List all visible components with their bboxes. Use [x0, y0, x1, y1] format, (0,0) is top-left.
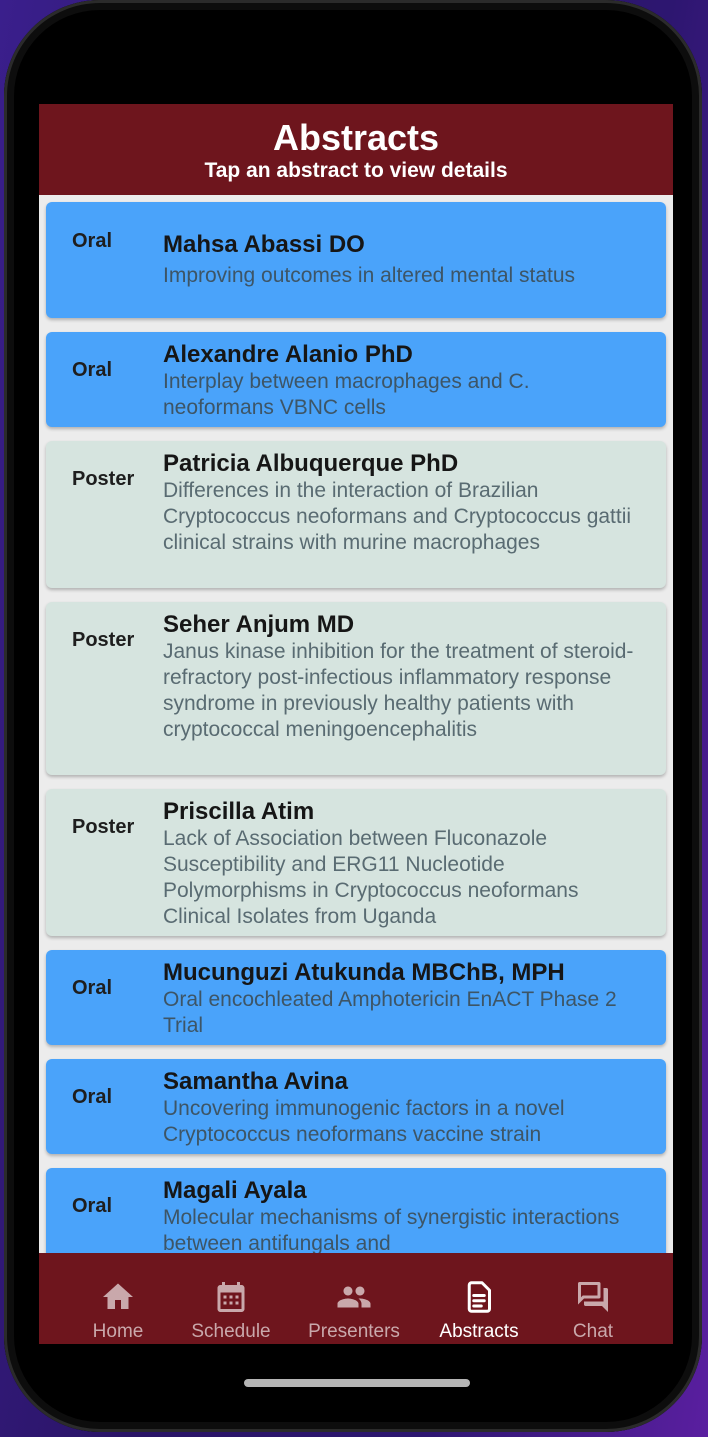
- page-subtitle: Tap an abstract to view details: [204, 159, 508, 182]
- chat-icon: [578, 1282, 608, 1312]
- app-screen: Abstracts Tap an abstract to view detail…: [39, 104, 673, 1344]
- abstract-card[interactable]: Oral Samantha Avina Uncovering immunogen…: [46, 1059, 666, 1154]
- page-title: Abstracts: [272, 117, 440, 158]
- tab-label: Presenters: [308, 1321, 400, 1342]
- abstract-card[interactable]: Oral Mahsa Abassi DO Improving outcomes …: [46, 202, 666, 318]
- abstract-title: Differences in the interaction of Brazil…: [163, 479, 632, 554]
- abstract-type: Oral: [72, 230, 113, 252]
- tab-home[interactable]: Home: [75, 1253, 161, 1344]
- abstract-type: Poster: [72, 629, 135, 651]
- presenter-name: Seher Anjum MD: [163, 611, 355, 638]
- abstract-card[interactable]: Poster Priscilla Atim Lack of Associatio…: [46, 789, 666, 936]
- presenter-name: Alexandre Alanio PhD: [163, 341, 413, 368]
- abstract-type: Oral: [72, 1086, 113, 1108]
- abstract-type: Poster: [72, 468, 135, 490]
- abstract-title: Janus kinase inhibition for the treatmen…: [163, 640, 634, 741]
- home-indicator[interactable]: [244, 1379, 470, 1387]
- abstract-type: Poster: [72, 816, 135, 838]
- presenter-name: Magali Ayala: [163, 1177, 307, 1204]
- tab-label: Chat: [572, 1321, 614, 1342]
- abstract-title: Lack of Association between Fluconazole …: [163, 827, 579, 928]
- bottom-tab-bar: Home Schedule Presenters Abstracts Chat: [39, 1253, 673, 1344]
- abstract-type: Oral: [72, 359, 113, 381]
- abstract-list[interactable]: Oral Mahsa Abassi DO Improving outcomes …: [39, 195, 673, 1253]
- calendar-icon: [217, 1282, 245, 1312]
- phone-frame: Abstracts Tap an abstract to view detail…: [4, 0, 702, 1432]
- abstract-card[interactable]: Poster Seher Anjum MD Janus kinase inhib…: [46, 602, 666, 775]
- abstract-title: Oral encochleated Amphotericin EnACT Pha…: [163, 988, 617, 1037]
- presenter-name: Mahsa Abassi DO: [163, 231, 365, 258]
- abstract-type: Oral: [72, 977, 113, 999]
- abstract-title: Uncovering immunogenic factors in a nove…: [163, 1097, 565, 1146]
- abstract-card[interactable]: Poster Patricia Albuquerque PhD Differen…: [46, 441, 666, 588]
- header: Abstracts Tap an abstract to view detail…: [39, 104, 673, 195]
- abstract-card[interactable]: Oral Mucunguzi Atukunda MBChB, MPH Oral …: [46, 950, 666, 1045]
- home-icon: [103, 1283, 133, 1309]
- abstract-title: Improving outcomes in altered mental sta…: [163, 264, 576, 287]
- tab-label: Home: [92, 1321, 144, 1342]
- abstract-title: Interplay between macrophages and C. neo…: [163, 370, 530, 419]
- tab-abstracts[interactable]: Abstracts: [427, 1253, 531, 1344]
- tab-presenters[interactable]: Presenters: [297, 1253, 411, 1344]
- abstract-card[interactable]: Oral Magali Ayala Molecular mechanisms o…: [46, 1168, 666, 1253]
- tab-schedule[interactable]: Schedule: [179, 1253, 283, 1344]
- presenter-name: Mucunguzi Atukunda MBChB, MPH: [163, 959, 565, 986]
- document-icon: [467, 1281, 491, 1313]
- presenter-name: Samantha Avina: [163, 1068, 348, 1095]
- abstract-type: Oral: [72, 1195, 113, 1217]
- people-icon: [337, 1286, 371, 1308]
- abstract-title: Molecular mechanisms of synergistic inte…: [163, 1206, 620, 1253]
- presenter-name: Priscilla Atim: [163, 798, 315, 825]
- tab-chat[interactable]: Chat: [557, 1253, 629, 1344]
- presenter-name: Patricia Albuquerque PhD: [163, 450, 459, 477]
- tab-label: Abstracts: [439, 1321, 519, 1342]
- tab-label: Schedule: [191, 1321, 271, 1342]
- abstract-card[interactable]: Oral Alexandre Alanio PhD Interplay betw…: [46, 332, 666, 427]
